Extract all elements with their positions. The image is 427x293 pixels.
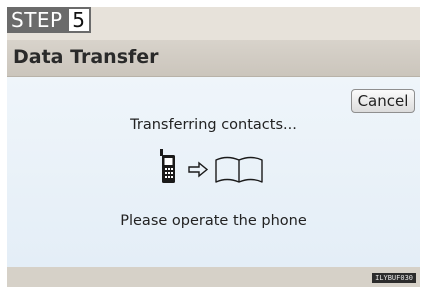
cancel-button[interactable]: Cancel xyxy=(351,89,415,113)
figure-code: ILYBUF030 xyxy=(372,273,416,283)
progress-message: Transferring contacts... xyxy=(130,117,297,133)
step-label: STEP xyxy=(7,7,67,33)
display-screen: STEP 5 Data Transfer Cancel Transferring… xyxy=(7,7,420,287)
instruction-message: Please operate the phone xyxy=(120,213,307,229)
right-arrow-icon xyxy=(188,161,209,178)
footer-bar: ILYBUF030 xyxy=(7,267,420,287)
step-number: 5 xyxy=(66,7,91,33)
transfer-panel: Cancel Transferring contacts... Please o… xyxy=(7,77,420,267)
page-title: Data Transfer xyxy=(13,46,159,68)
step-indicator: STEP 5 xyxy=(7,7,91,33)
title-bar: Data Transfer xyxy=(7,40,420,77)
open-book-icon xyxy=(215,156,263,183)
transfer-illustration xyxy=(157,148,287,188)
phone-icon xyxy=(160,149,175,183)
